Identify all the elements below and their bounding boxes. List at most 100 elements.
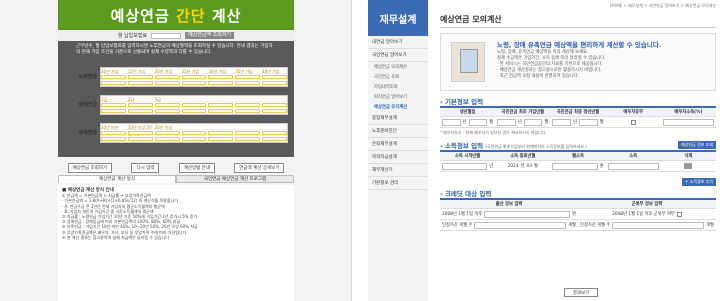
pension-col-header: 35년 가입	[235, 68, 253, 74]
pension-value-field	[208, 80, 234, 85]
title-divider	[440, 27, 716, 28]
pension-value-field	[127, 130, 153, 135]
pension-value-field	[127, 80, 153, 85]
pension-col-header	[262, 125, 287, 129]
left-notice: 근무년수, 월 납입보험료를 입력하시면 노후연금의 예상월액을 조회하실 수 …	[76, 44, 273, 55]
birth-credit-header: 출산 정보 입력	[495, 202, 523, 207]
income-input[interactable]	[607, 162, 659, 170]
detail-button[interactable]: 연금액 계산 상세보기	[234, 163, 285, 173]
join-month-input[interactable]	[523, 118, 543, 126]
pension-value-field	[127, 74, 153, 79]
children-count-input[interactable]	[484, 210, 571, 218]
monthly-income-input[interactable]	[552, 162, 598, 170]
birth-month-input[interactable]	[468, 118, 488, 126]
birth-year-input[interactable]	[442, 118, 461, 126]
pension-col-header: 3급	[154, 96, 161, 102]
left-button-row: 예상연금 조회하기 다시 입력 계산방법 안내 연금액 계산 상세보기	[58, 163, 294, 173]
sidebar-item[interactable]: 가입내역조회	[368, 82, 428, 92]
sidebar-item[interactable]: 퇴직연금 알아보기	[368, 92, 428, 102]
sidebar-item[interactable]: 내연금 알아보기	[368, 36, 428, 49]
method-button[interactable]: 계산방법 안내	[178, 163, 215, 173]
intro-desc: 노령, 장애, 유족연금 예상액을 미리 계산해 보세요. 실제 수급액은 가입기…	[497, 50, 707, 80]
sidebar-item[interactable]: 목적자금설계	[368, 151, 428, 164]
pension-value-field	[262, 108, 288, 113]
sidebar-item[interactable]: 재무계산기	[368, 164, 428, 177]
section-credit-title: › 크레딧 대상 입력	[440, 190, 492, 198]
sidebar-item[interactable]: 국민연금 조회	[368, 72, 428, 82]
pension-col-header: 20년 가입	[154, 68, 173, 74]
pension-row	[101, 80, 288, 86]
left-calc-box: 근무년수, 월 납입보험료를 입력하시면 노후연금의 예상월액을 조회하실 수 …	[58, 41, 294, 157]
pension-value-field	[208, 102, 234, 107]
premium-input[interactable]	[151, 32, 182, 39]
sidebar-item[interactable]: 예상연금 모의계산	[368, 62, 428, 72]
premium-label: 월 납입보험료	[117, 33, 148, 39]
premium-query-button[interactable]: 예상연금액 조회하기	[185, 32, 235, 39]
basic-note: * 배우자유무 : 현재 배우자가 있으신 경우 체크하시기 바랍니다.	[440, 130, 547, 135]
pension-col-header: 10년 미만	[101, 124, 119, 130]
pension-col-header: 25년 가입	[181, 68, 199, 74]
delete-icon[interactable]	[684, 163, 693, 169]
pension-group-table: 1급 2급 3급	[100, 95, 288, 115]
pension-value-field	[101, 74, 126, 79]
join-year-input[interactable]	[497, 118, 516, 126]
spouse-checkbox[interactable]	[630, 119, 636, 125]
pension-value-field	[181, 108, 207, 113]
query-button[interactable]: 예상연금 조회하기	[67, 163, 113, 173]
pension-value-field	[101, 80, 126, 85]
add-income-button[interactable]: + 소득정보 추가	[682, 178, 716, 186]
sidebar-item[interactable]: 은퇴재무설계	[368, 138, 428, 151]
income-table: 소득 시작년월 소득 종료년월 월소득 소득 삭제 년 2021 년 03 월 원	[440, 150, 716, 172]
pension-value-field	[262, 136, 288, 141]
end-year-input[interactable]	[552, 118, 572, 126]
sidebar-item[interactable]: 종합재무설계	[368, 112, 428, 125]
tab-program[interactable]: 국민연금 예상연금 계산 프로그램	[176, 175, 294, 183]
pension-col-header	[235, 97, 260, 101]
column-header: 소득 시작년월	[454, 154, 481, 159]
column-header: 배우자유무	[623, 110, 644, 115]
group-label: 노령연금	[78, 74, 97, 80]
military-checkbox[interactable]	[676, 211, 682, 217]
income-query-button[interactable]: 예상연금 정보 조회	[678, 141, 716, 149]
basic-info-table: 생년월일 국민연금 최초 가입년월 국민연금 최종 정년년월 배우자유무 배우자소득(%…	[440, 106, 716, 128]
spouse-income-input[interactable]	[662, 118, 715, 126]
sidebar-item[interactable]: 노후준비진단	[368, 125, 428, 138]
pension-value-field	[208, 108, 234, 113]
tab-method[interactable]: 예상연금 계산 방식	[58, 175, 176, 183]
pension-value-field	[262, 102, 288, 107]
pension-col-header	[208, 97, 233, 101]
income-start-input[interactable]	[442, 162, 488, 170]
end-month-input[interactable]	[579, 118, 598, 126]
pension-row	[101, 108, 288, 114]
pension-col-header	[235, 125, 260, 129]
credit-row-1: 2008년 1월 1일 이후 명 2008년 1월 1일 이후 군복무 여부	[440, 209, 716, 220]
result-button[interactable]: 결과보기	[564, 288, 598, 297]
column-header: 국민연금 최종 정년년월	[556, 110, 600, 115]
left-header: 예상연금 간단 계산	[58, 0, 294, 30]
sidebar-item[interactable]: 국민연금 알아보기	[368, 49, 428, 62]
table-header-row: 소득 시작년월 소득 종료년월 월소득 소득 삭제	[440, 152, 716, 161]
income-end-month[interactable]: 03	[527, 164, 532, 169]
pension-value-field	[208, 136, 234, 141]
pension-value-field	[154, 74, 180, 79]
pension-col-header: 40년 가입	[262, 68, 280, 74]
pension-value-field	[235, 108, 261, 113]
pension-value-field	[181, 74, 207, 79]
pension-col-header	[208, 125, 233, 129]
pension-col-header: 1급	[101, 96, 108, 102]
pension-value-field	[181, 102, 207, 107]
sidebar-item[interactable]: 예상연금 모의계산	[368, 102, 428, 112]
column-header: 국민연금 최초 가입년월	[501, 110, 545, 115]
page-title: 예상연금 모의계산	[440, 15, 502, 24]
reset-button[interactable]: 다시 입력	[131, 163, 160, 173]
site-logo[interactable]: 재무설계	[368, 0, 428, 36]
pension-value-field	[101, 136, 126, 141]
column-header: 소득	[629, 154, 638, 159]
pension-value-field	[101, 102, 126, 107]
pension-value-field	[127, 108, 153, 113]
income-row: 년 2021 년 03 월 원	[440, 161, 716, 172]
pension-value-field	[208, 130, 234, 135]
column-header: 소득 종료년월	[510, 154, 536, 159]
income-end-year[interactable]: 2021	[508, 164, 519, 169]
sidebar-item[interactable]: 기본정보 관리	[368, 177, 428, 190]
